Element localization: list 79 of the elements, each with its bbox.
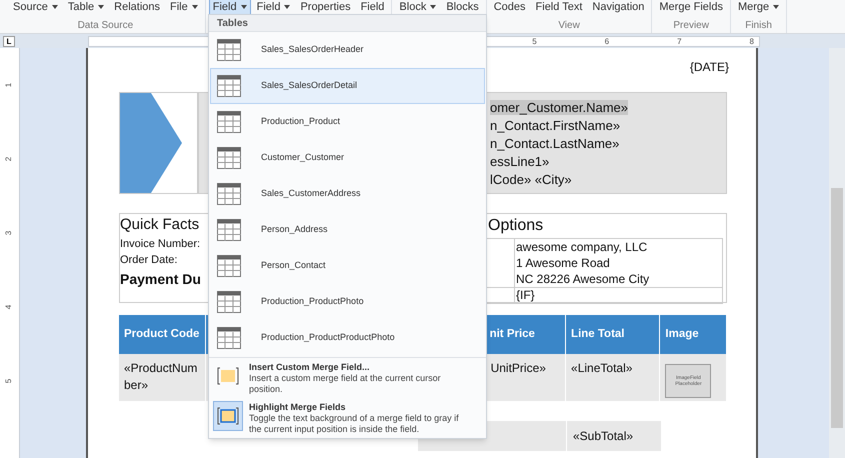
field-label: Invoice Number: <box>120 237 200 252</box>
group-label: Preview <box>673 19 709 33</box>
scrollbar-thumb[interactable] <box>831 188 843 428</box>
ribbon-button[interactable]: Field Text <box>532 0 586 16</box>
table-menu-item[interactable]: Customer_Customer <box>210 140 485 176</box>
group-label: View <box>558 19 580 33</box>
ruler-number: 5 <box>532 36 537 46</box>
group-label: Data Source <box>78 19 134 33</box>
table-menu-item[interactable]: Sales_SalesOrderHeader <box>210 32 485 68</box>
ribbon-button[interactable]: Field <box>252 0 294 16</box>
table-menu-item[interactable]: Sales_SalesOrderDetail <box>210 68 485 104</box>
merge-field-text: «ProductNumber» <box>124 360 198 394</box>
command-title: Insert Custom Merge Field... <box>249 361 371 373</box>
command-title: Highlight Merge Fields <box>249 401 347 413</box>
ribbon-button[interactable]: Properties <box>296 0 355 16</box>
ruler-number: 8 <box>750 36 754 46</box>
ribbon-button[interactable]: Navigation <box>588 0 648 16</box>
date-field: {DATE} <box>690 58 729 92</box>
merge-field-text: essLine1» <box>490 154 550 169</box>
company-address-line: awesome company, LLC <box>514 239 722 255</box>
group-label: Finish <box>745 19 772 33</box>
table-menu-item[interactable]: Production_Product <box>210 104 485 140</box>
table-icon <box>217 75 241 97</box>
table-icon <box>217 39 241 61</box>
table-menu-item[interactable]: Person_Address <box>210 212 485 248</box>
merge-field-text: omer_Customer.Name» <box>490 100 628 115</box>
vertical-scrollbar[interactable] <box>829 48 845 458</box>
table-icon <box>217 147 241 169</box>
tab-selector[interactable]: L <box>3 36 15 46</box>
table-menu-item[interactable]: Sales_CustomerAddress <box>210 176 485 212</box>
merge-field-text: UnitPrice» <box>490 360 547 377</box>
merge-field-text: n_Contact.LastName» <box>490 136 620 151</box>
command-menu-item[interactable]: Insert Custom Merge Field... Insert a custom merge field at the current cursor position. <box>209 358 486 398</box>
table-icon <box>217 183 241 205</box>
menu-header: Tables <box>217 16 248 30</box>
ribbon-button[interactable]: Field <box>356 0 388 16</box>
ruler-number: 3 <box>4 230 14 236</box>
ribbon-button[interactable]: Merge Fields <box>655 0 727 16</box>
ruler-number: 4 <box>4 304 14 310</box>
table-header-cell: Product Code <box>119 315 206 354</box>
chevron-logo-icon <box>120 93 182 193</box>
ribbon-button[interactable]: Blocks <box>442 0 483 16</box>
ruler-number: 5 <box>4 378 14 384</box>
section-heading: Options <box>487 216 544 236</box>
table-menu-item[interactable]: Production_ProductProductPhoto <box>210 320 485 356</box>
command-description: Insert a custom merge field at the current cursor position. <box>249 373 442 395</box>
command-menu-item[interactable]: Highlight Merge Fields Toggle the text background of a merge field to gray if the current input position is inside the field. <box>209 398 486 438</box>
company-address-line: 1 Awesome Road <box>514 255 722 271</box>
ruler-number: 6 <box>604 36 610 46</box>
table-icon <box>217 219 241 241</box>
ribbon-button[interactable]: File <box>166 0 202 16</box>
section-heading: Quick Facts <box>120 215 200 235</box>
table-icon <box>217 255 241 277</box>
if-field: {IF} <box>514 288 722 303</box>
table-header-cell: Image <box>660 315 726 354</box>
ruler-number: 2 <box>4 156 14 162</box>
merge-field-text: lCode» «City» <box>490 172 572 187</box>
table-menu-item[interactable]: Person_Contact <box>210 248 485 284</box>
ribbon-button[interactable]: Table <box>64 0 108 16</box>
ruler-number: 1 <box>4 82 14 88</box>
table-icon <box>217 111 241 133</box>
ribbon-button[interactable]: Codes <box>490 0 530 16</box>
ribbon-button[interactable]: Relations <box>110 0 164 16</box>
table-icon <box>217 291 241 313</box>
table-header-cell: nit Price <box>484 315 566 354</box>
section-heading: Payment Du <box>120 270 201 289</box>
ribbon-button[interactable]: Block <box>395 0 440 16</box>
command-description: Toggle the text background of a merge field to gray if the current input position is inside the field. <box>249 413 460 435</box>
table-header-cell: Line Total <box>566 315 660 354</box>
ribbon-button[interactable]: Merge <box>734 0 784 16</box>
field-label: Order Date: <box>120 253 178 268</box>
merge-field-text: «SubTotal» <box>573 428 634 445</box>
ruler-number: 7 <box>677 36 682 46</box>
merge-field-text: «LineTotal» <box>571 360 634 377</box>
table-icon <box>217 327 241 349</box>
ribbon-button[interactable]: Source <box>9 0 62 16</box>
merge-field-text: n_Contact.FirstName» <box>490 118 620 133</box>
table-menu-item[interactable]: Production_ProductPhoto <box>210 284 485 320</box>
company-address-line: NC 28226 Awesome City <box>514 271 722 287</box>
